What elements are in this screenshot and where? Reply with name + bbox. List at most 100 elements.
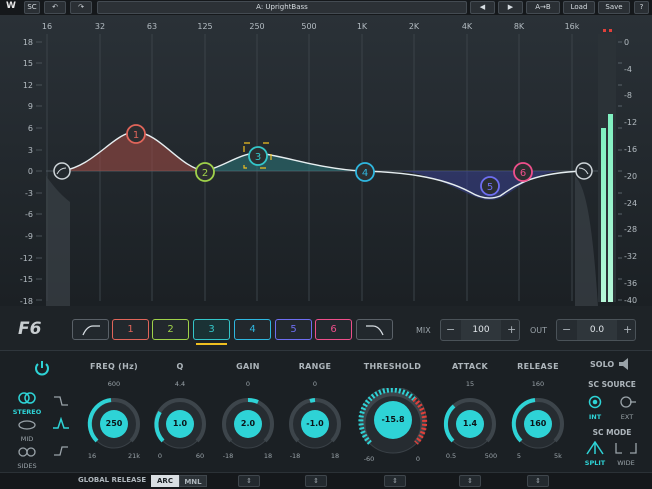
release-value[interactable]: 160 [518,419,558,428]
threshold-value[interactable]: -15.8 [373,415,413,424]
global-release-stepper-2[interactable]: ⇕ [305,475,327,487]
preset-name-field[interactable]: A: UprightBass [97,1,467,14]
freq-label: 500 [301,22,316,31]
undo-icon: ↶ [52,3,58,11]
band-node-1[interactable]: 1 [126,124,146,144]
global-release-stepper-3[interactable]: ⇕ [384,475,406,487]
freq-label: 16k [565,22,580,31]
meter-label: -24 [624,199,637,208]
output-increment-button[interactable]: + [623,323,632,336]
q-value[interactable]: 1.0 [160,419,200,428]
freq-label: 4K [462,22,473,31]
output-gain-control[interactable]: − 0.0 + [556,319,636,341]
freq-label: 32 [95,22,105,31]
save-button[interactable]: Save [598,1,630,14]
band-2-button[interactable]: 2 [152,319,189,340]
range-knob-top-value: 0 [312,380,318,388]
band-node-2[interactable]: 2 [195,162,215,182]
high-cut-icon [365,325,384,336]
sc-wide-label: WIDE [617,459,635,467]
gain-label: -18 [20,297,33,306]
svg-text:1: 1 [133,130,139,141]
split-icon [586,440,604,455]
mix-control[interactable]: − 100 + [440,319,520,341]
next-preset-button[interactable]: ▶ [498,1,523,14]
internal-source-icon [588,395,602,409]
mix-decrement-button[interactable]: − [446,323,455,336]
bottom-bar: GLOBAL RELEASE ARC MNL ⇕ ⇕ ⇕ ⇕ ⇕ [0,472,652,489]
band-power-button[interactable] [33,359,51,377]
sc-split-button[interactable]: SPLIT [582,440,608,467]
release-max-label: 5k [554,452,562,460]
redo-icon: ↷ [78,3,84,11]
band-5-button[interactable]: 5 [275,319,312,340]
undo-button[interactable]: ↶ [44,1,66,14]
solo-label: SOLO [590,360,615,369]
mix-value[interactable]: 100 [461,320,501,340]
help-button[interactable]: ? [634,1,649,14]
output-value[interactable]: 0.0 [577,320,617,340]
meter-label: -28 [624,225,637,234]
output-decrement-button[interactable]: − [562,323,571,336]
eq-display[interactable]: 16 32 63 125 250 500 1K 2K 4K 8K 16k 18 … [0,16,652,306]
gain-label: 3 [28,146,33,155]
band5-fill [400,171,560,200]
sidechain-button[interactable]: SC [24,1,40,14]
freq-label: 1K [357,22,368,31]
arrow-left-icon: ◀ [479,3,486,11]
svg-text:3: 3 [255,152,261,163]
q-knob-label: Q [176,362,184,371]
low-cut-node[interactable] [53,162,71,180]
low-cut-icon [81,325,100,336]
band-node-5[interactable]: 5 [480,176,500,196]
release-min-label: 5 [516,452,522,460]
freq-label: 250 [249,22,264,31]
freq-label: 8K [514,22,525,31]
band-6-button[interactable]: 6 [315,319,352,340]
range-value[interactable]: -1.0 [295,419,335,428]
arrow-right-icon: ▶ [507,3,514,11]
band-3-selected-indicator [196,343,227,345]
sc-wide-button[interactable]: WIDE [612,440,640,467]
band-4-button[interactable]: 4 [234,319,271,340]
freq-label: 2K [409,22,420,31]
attack-value[interactable]: 1.4 [450,419,490,428]
sc-mode-label: SC MODE [592,428,632,437]
band-3-button[interactable]: 3 [193,319,230,340]
release-knob-label: RELEASE [517,362,559,371]
svg-text:6: 6 [520,168,526,179]
global-release-stepper-4[interactable]: ⇕ [459,475,481,487]
mix-increment-button[interactable]: + [507,323,516,336]
waves-logo: W [6,1,16,11]
arc-button[interactable]: ARC [151,475,179,487]
clip-indicator-left [603,29,606,32]
sc-ext-button[interactable]: EXT [616,394,638,421]
eq-graph[interactable]: 16 32 63 125 250 500 1K 2K 4K 8K 16k 18 … [0,16,652,306]
meter-ticks [618,41,622,301]
global-release-stepper-1[interactable]: ⇕ [238,475,260,487]
attack-knob-top-value: 15 [465,380,475,388]
band-node-6[interactable]: 6 [513,162,533,182]
prev-preset-button[interactable]: ◀ [470,1,495,14]
high-cut-node[interactable] [575,162,593,180]
sc-int-button[interactable]: INT [584,394,606,421]
meter-label: -40 [624,296,637,305]
ab-compare-button[interactable]: A→B [526,1,560,14]
band-node-4[interactable]: 4 [355,162,375,182]
redo-button[interactable]: ↷ [70,1,92,14]
freq-value[interactable]: 250 [94,419,134,428]
global-release-stepper-5[interactable]: ⇕ [527,475,549,487]
mnl-button[interactable]: MNL [179,475,207,487]
output-label: OUT [530,326,548,335]
low-cut-band-button[interactable] [72,319,109,340]
gain-label: 12 [23,81,33,90]
solo-button[interactable] [617,356,633,372]
high-cut-band-button[interactable] [356,319,393,340]
band-1-button[interactable]: 1 [112,319,149,340]
load-button[interactable]: Load [563,1,595,14]
svg-text:4: 4 [362,168,368,179]
sc-source-label: SC SOURCE [588,380,636,389]
gain-value[interactable]: 2.0 [228,419,268,428]
sc-split-label: SPLIT [584,459,606,467]
freq-max-label: 21k [127,452,141,460]
